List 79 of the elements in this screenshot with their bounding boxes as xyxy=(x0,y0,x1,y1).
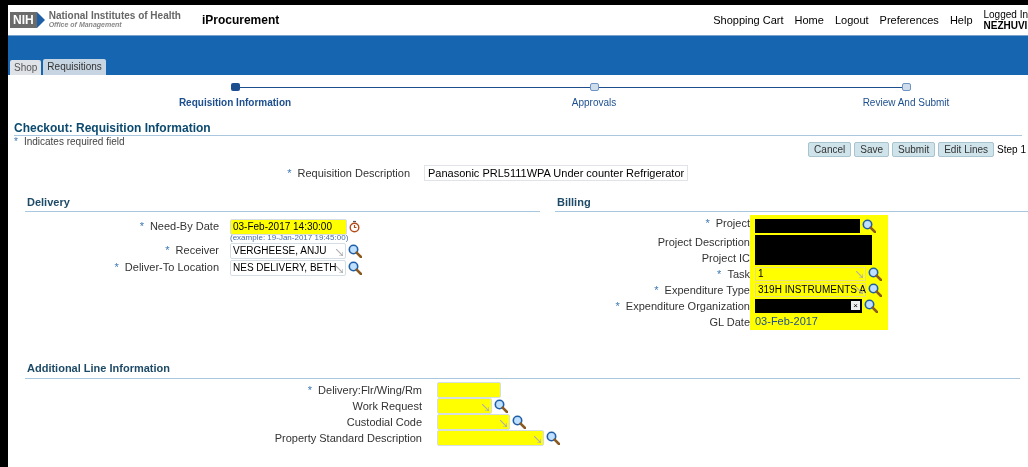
field-label: Delivery:Flr/Wing/Rm xyxy=(318,383,422,396)
input-field[interactable] xyxy=(437,414,510,430)
required-mark: * xyxy=(14,136,18,148)
field-label: Receiver xyxy=(175,244,219,257)
field-label: Expenditure Type xyxy=(664,284,750,296)
action-button[interactable]: Submit xyxy=(892,142,936,157)
clock-icon[interactable] xyxy=(349,220,360,233)
field-label: Property Standard Description xyxy=(274,431,422,444)
search-icon[interactable] xyxy=(862,219,876,233)
gl-date-value: 03-Feb-2017 xyxy=(755,314,819,328)
required-mark: * xyxy=(705,217,710,229)
step-label[interactable]: Approvals xyxy=(571,95,617,110)
header-link[interactable]: Home xyxy=(794,11,824,29)
required-mark: * xyxy=(114,261,119,274)
clear-icon[interactable]: × xyxy=(851,301,860,310)
list-corner-icon xyxy=(856,271,863,278)
field-label: Project Description xyxy=(657,236,750,248)
required-mark: * xyxy=(307,383,313,396)
input-field[interactable] xyxy=(437,398,492,414)
action-button[interactable]: Edit Lines xyxy=(938,142,995,157)
org-name: National Institutes of Health xyxy=(48,11,181,20)
input-field[interactable]: 1 xyxy=(755,267,866,281)
required-mark: * xyxy=(139,220,144,233)
required-mark: * xyxy=(654,284,659,296)
hint-text: (example: 19-Jan-2017 19:45:00) xyxy=(230,234,350,242)
field-label: Requisition Description xyxy=(297,167,410,179)
action-button[interactable]: Cancel xyxy=(808,142,852,157)
field-label: Work Request xyxy=(352,399,422,412)
search-icon[interactable] xyxy=(348,243,362,258)
tab[interactable]: Requisitions xyxy=(43,59,106,75)
list-corner-icon xyxy=(534,436,541,443)
search-icon[interactable] xyxy=(864,299,878,313)
field-label: Custodial Code xyxy=(346,415,422,428)
section-title: Additional Line Information xyxy=(25,360,1020,379)
field-label: Expenditure Organization xyxy=(625,300,750,312)
search-icon[interactable] xyxy=(546,431,560,445)
required-mark: * xyxy=(287,167,292,179)
logged-in-label: Logged In xyxy=(983,9,1028,20)
search-icon[interactable] xyxy=(494,399,508,413)
input-field[interactable]: NES DELIVERY, BETH xyxy=(230,259,346,276)
field-label: Task xyxy=(727,268,750,280)
search-icon[interactable] xyxy=(868,283,882,297)
input-field[interactable] xyxy=(437,382,501,398)
header-link[interactable]: Preferences xyxy=(879,11,939,29)
search-icon[interactable] xyxy=(512,415,526,429)
field-label: Deliver-To Location xyxy=(124,261,219,274)
input-field[interactable] xyxy=(437,430,544,446)
required-mark: * xyxy=(615,300,620,312)
app-title: iProcurement xyxy=(201,12,280,29)
input-field[interactable]: 03-Feb-2017 14:30:00 xyxy=(230,218,347,235)
page-title: Checkout: Requisition Information xyxy=(14,121,1022,136)
field-label: Project xyxy=(715,217,750,229)
search-icon[interactable] xyxy=(348,260,362,275)
tab[interactable]: Shop xyxy=(10,60,42,75)
input-field[interactable]: Panasonic PRL5111WPA Under counter Refrigerator xyxy=(424,165,689,182)
step-label[interactable]: Requisition Information xyxy=(178,95,292,110)
required-mark: * xyxy=(717,268,722,280)
required-mark: * xyxy=(165,244,170,257)
step-label[interactable]: Review And Submit xyxy=(862,95,950,110)
step-indicator: Step 1 xyxy=(997,143,1026,157)
action-button[interactable]: Save xyxy=(854,142,890,157)
input-field[interactable]: VERGHEESE, ANJU xyxy=(230,242,346,259)
list-corner-icon xyxy=(336,248,343,256)
header-link[interactable]: Help xyxy=(949,11,973,29)
list-corner-icon xyxy=(482,404,489,411)
nih-logo: NIH xyxy=(10,12,45,28)
list-corner-icon xyxy=(336,265,343,273)
field-label: GL Date xyxy=(709,316,750,328)
header-link[interactable]: Logout xyxy=(834,11,869,29)
search-icon[interactable] xyxy=(868,267,882,281)
section-title: Billing xyxy=(555,193,1028,212)
list-corner-icon xyxy=(500,420,507,427)
field-label: Project IC xyxy=(701,252,750,264)
section-title: Delivery xyxy=(25,193,540,212)
required-note: Indicates required field xyxy=(23,136,125,148)
input-field[interactable]: 319H INSTRUMENTS A xyxy=(755,283,866,297)
header-link[interactable]: Shopping Cart xyxy=(713,11,784,29)
field-label: Need-By Date xyxy=(149,220,219,233)
user-name: NEZHUVI xyxy=(983,20,1028,31)
